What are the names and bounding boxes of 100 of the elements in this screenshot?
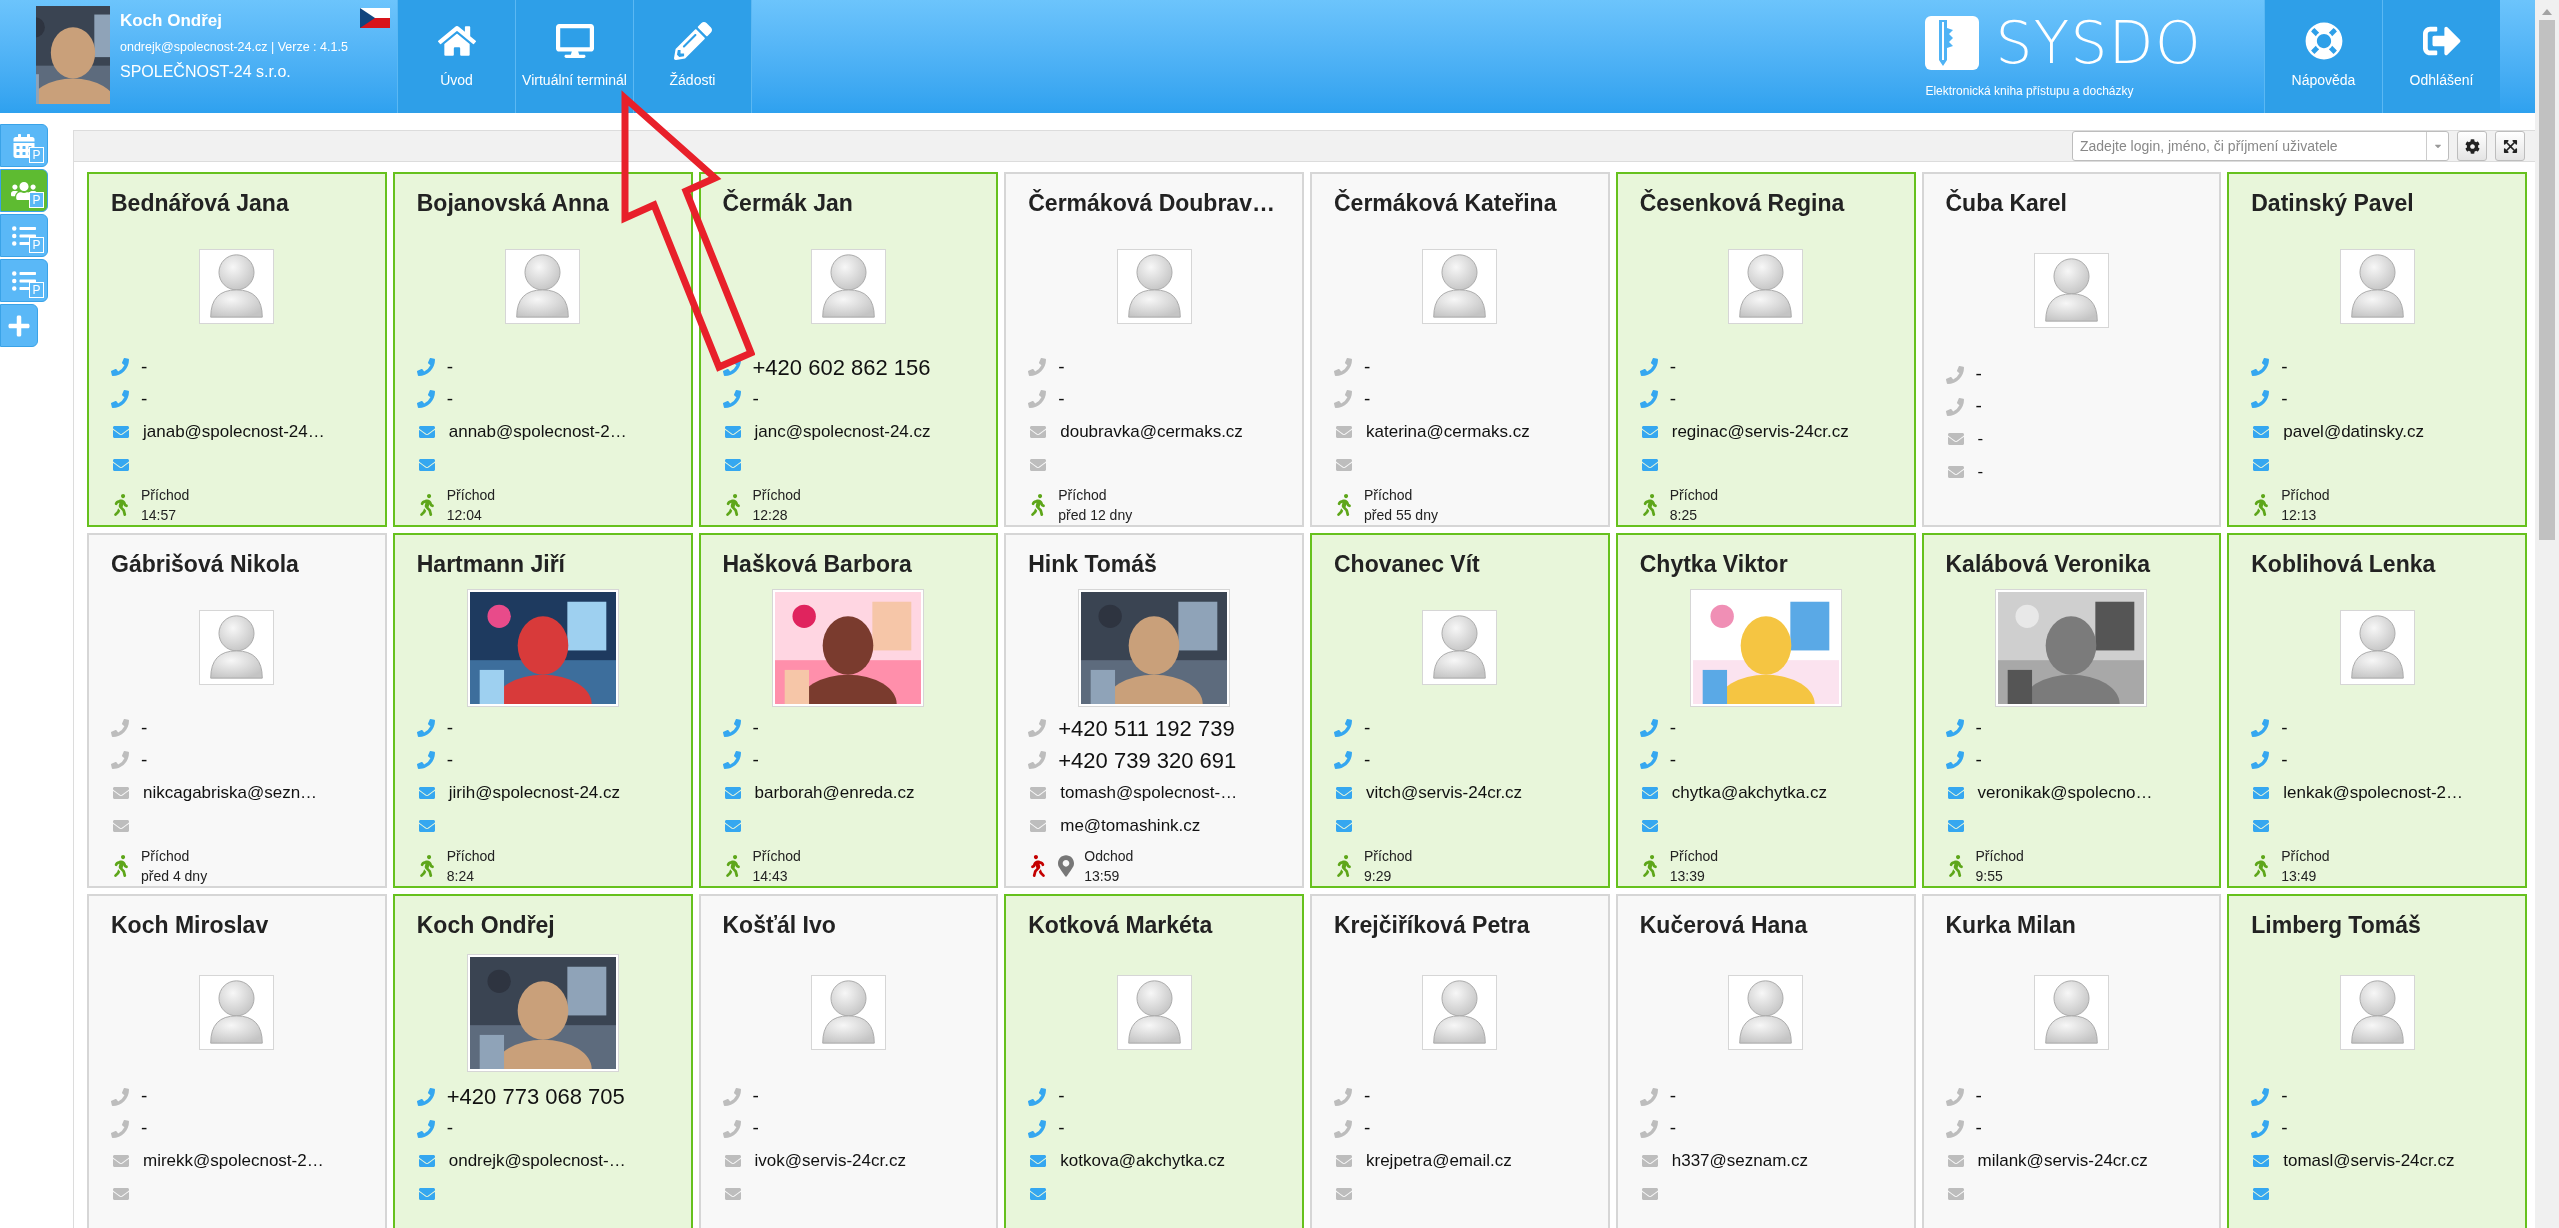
employee-card[interactable]: Koblihová Lenka - - lenkak@spolecnost-2… Příchod 13:49 <box>2227 533 2527 888</box>
scroll-up-arrow-icon[interactable] <box>2542 9 2552 15</box>
phone-icon <box>1639 358 1658 376</box>
phone-icon <box>416 358 435 376</box>
phone-number: - <box>141 386 148 411</box>
phone-icon <box>1334 1119 1352 1138</box>
phone-number: - <box>446 715 454 740</box>
employee-card[interactable]: Kotková Markéta - - kotkova@akchytka.cz <box>1004 894 1304 1228</box>
phone-number: +420 773 068 705 <box>446 1083 625 1111</box>
envelope-icon <box>1334 784 1354 801</box>
employee-card[interactable]: Gábrišová Nikola - - nikcagabriska@sezn… Příchod před 4 dny <box>87 533 387 888</box>
phone-icon <box>111 390 129 408</box>
envelope-icon <box>2251 456 2272 473</box>
employee-name: Kučerová Hana <box>1639 911 1809 940</box>
envelope-icon <box>1945 1186 1966 1202</box>
phone-icon <box>1639 1087 1658 1106</box>
employee-card[interactable]: Hartmann Jiří - - jirih@spolecnost-24.cz Příchod 8:24 <box>392 533 693 888</box>
avatar-icon <box>199 610 275 686</box>
employee-card[interactable]: Bojanovská Anna - - annab@spolecnost-2… Příchod 12:04 <box>392 172 693 527</box>
employee-card[interactable]: Limberg Tomáš - - tomasl@servis-24cr.cz <box>2227 894 2527 1228</box>
employee-card[interactable]: Košťál Ivo - - ivok@servis-24cr.cz <box>698 894 999 1228</box>
employee-name: Košťál Ivo <box>722 911 837 940</box>
attendance-time: 12:28 <box>752 506 789 525</box>
envelope-icon <box>2251 1153 2272 1169</box>
scrollbar-thumb[interactable] <box>2539 20 2555 540</box>
employee-card[interactable]: Koch Miroslav - - mirekk@spolecnost-2… <box>87 894 387 1228</box>
phone-icon <box>722 1087 741 1106</box>
employee-card[interactable]: Chovanec Vít - - vitch@servis-24cr.cz Příchod 9:29 <box>1310 533 1610 888</box>
envelope-icon <box>111 784 131 801</box>
employee-name: Bojanovská Anna <box>416 189 610 218</box>
phone-number: - <box>1669 1116 1677 1141</box>
walking-person-icon <box>111 494 131 516</box>
walking-person-icon <box>111 855 131 877</box>
employee-card[interactable]: Čuba Karel - - - - <box>1921 172 2222 527</box>
phone-icon <box>416 1087 435 1106</box>
phone-number: - <box>1975 715 1982 740</box>
email-address: me@tomashink.cz <box>1060 814 1201 837</box>
employee-card[interactable]: Hink Tomáš +420 511 192 739 +420 739 320 691 tomash@spolecnost-… me@tomashink.cz Odchod 13:59 <box>1004 533 1304 888</box>
attendance-status: Příchod <box>2281 486 2330 505</box>
phone-number: - <box>1975 1116 1982 1141</box>
envelope-icon <box>1945 1153 1966 1169</box>
attendance-time: 12:13 <box>2281 506 2318 525</box>
czech-flag-icon[interactable] <box>360 8 390 28</box>
scrollbar[interactable] <box>2535 0 2559 1228</box>
employee-card[interactable]: Čermák Jan +420 602 862 156 - janc@spolecnost-24.cz Příchod 12:28 <box>698 172 999 527</box>
employee-card[interactable]: Čermáková Doubrav… - - doubravka@cermaks.cz Příchod před 12 dny <box>1004 172 1304 527</box>
fullscreen-button[interactable] <box>2495 131 2525 161</box>
avatar-icon <box>810 249 886 325</box>
attendance-time: 13:49 <box>2281 867 2318 886</box>
phone-number: - <box>2281 715 2288 740</box>
envelope-icon <box>416 1153 437 1169</box>
phone-icon <box>1028 719 1047 737</box>
envelope-icon <box>111 423 131 440</box>
avatar-icon <box>505 249 581 325</box>
employee-card[interactable]: Česenková Regina - - reginac@servis-24cr.cz Příchod 8:25 <box>1615 172 1916 527</box>
phone-icon <box>2251 719 2270 737</box>
avatar-icon <box>2033 975 2109 1050</box>
employee-card[interactable]: Kučerová Hana - - h337@seznam.cz <box>1615 894 1916 1228</box>
email-address: h337@seznam.cz <box>1671 1150 1809 1173</box>
employee-name: Hink Tomáš <box>1028 550 1158 579</box>
envelope-icon <box>1945 431 1966 447</box>
phone-icon <box>1945 719 1964 737</box>
phone-icon <box>1334 719 1352 737</box>
phone-icon <box>722 1119 741 1138</box>
email-address: katerina@cermaks.cz <box>1366 420 1530 443</box>
email-address: - <box>1977 428 1984 451</box>
employee-name: Čuba Karel <box>1945 188 2068 218</box>
phone-icon <box>1945 1119 1964 1138</box>
phone-number: +420 602 862 156 <box>752 353 931 382</box>
employee-name: Hartmann Jiří <box>416 550 567 579</box>
phone-number: - <box>1669 747 1677 772</box>
envelope-icon <box>1639 817 1660 834</box>
key-book-logo-icon <box>1925 15 1980 70</box>
phone-icon <box>1639 1119 1658 1138</box>
envelope-icon <box>1028 1153 1049 1169</box>
settings-button[interactable] <box>2457 131 2487 161</box>
phone-number: - <box>1975 362 1982 387</box>
attendance-status: Příchod <box>1058 486 1108 505</box>
phone-icon <box>2251 1119 2270 1138</box>
email-address: janab@spolecnost-24… <box>143 420 325 443</box>
email-address: tomasl@servis-24cr.cz <box>2283 1150 2455 1173</box>
employee-card[interactable]: Hašková Barbora - - barborah@enreda.cz Příchod 14:43 <box>698 533 999 888</box>
employee-card[interactable]: Krejčiříková Petra - - krejpetra@email.cz <box>1310 894 1610 1228</box>
sidebar-button[interactable] <box>0 304 38 347</box>
phone-icon <box>111 1119 129 1138</box>
phone-number: - <box>1975 1084 1982 1109</box>
phone-icon <box>1639 719 1658 737</box>
attendance-time: 9:29 <box>1364 867 1393 886</box>
employee-card[interactable]: Kurka Milan - - milank@servis-24cr.cz <box>1921 894 2222 1228</box>
employee-card[interactable]: Koch Ondřej +420 773 068 705 - ondrejk@spolecnost-… <box>392 894 693 1228</box>
employee-card[interactable]: Kalábová Veronika - - veronikak@spolecno… Příchod 9:55 <box>1921 533 2222 888</box>
employee-card[interactable]: Datinský Pavel - - pavel@datinsky.cz Příchod 12:13 <box>2227 172 2527 527</box>
envelope-icon <box>1945 817 1966 834</box>
employee-card[interactable]: Chytka Viktor - - chytka@akchytka.cz Příchod 13:39 <box>1615 533 1916 888</box>
employee-card[interactable]: Bednářová Jana - - janab@spolecnost-24… Příchod 14:57 <box>87 172 387 527</box>
envelope-icon <box>722 1153 743 1169</box>
envelope-icon <box>1028 817 1049 834</box>
email-address: ivok@servis-24cr.cz <box>754 1150 906 1173</box>
employee-card[interactable]: Čermáková Kateřina - - katerina@cermaks.cz Příchod před 55 dny <box>1310 172 1610 527</box>
avatar-icon <box>1422 975 1498 1050</box>
